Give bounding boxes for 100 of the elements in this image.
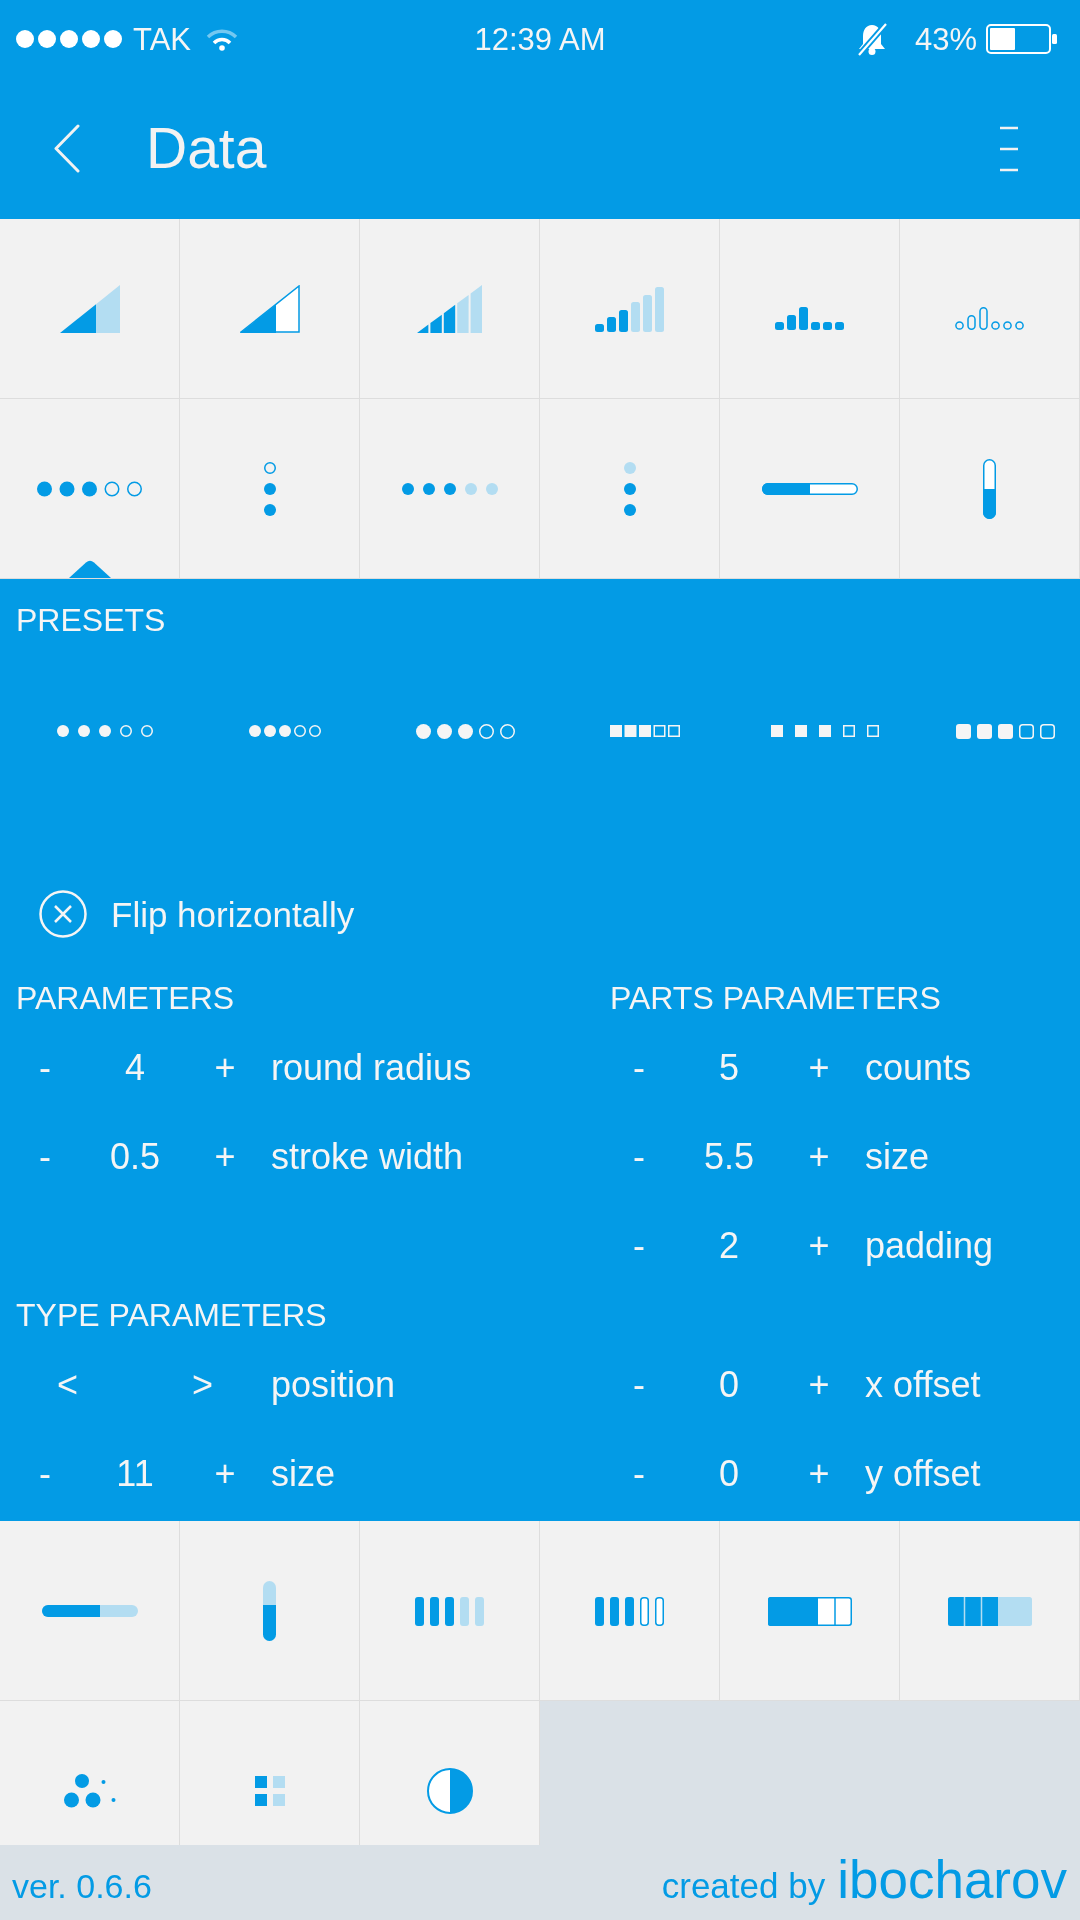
outlined-wedge-signal-icon — [239, 285, 300, 333]
indicator-tile[interactable] — [0, 1521, 180, 1701]
parameter-label: size — [271, 1455, 336, 1492]
indicator-tile[interactable] — [0, 399, 180, 579]
indicator-tile[interactable] — [540, 399, 720, 579]
minus-button[interactable]: - — [627, 1138, 651, 1175]
five-dots-icon — [37, 481, 142, 497]
tight-dots-preset-icon[interactable] — [249, 725, 321, 737]
dot-cluster-icon — [63, 1774, 116, 1808]
spaced-squares-preset-icon[interactable] — [771, 725, 879, 737]
segment-bars-icon — [415, 1596, 484, 1626]
indicator-tile[interactable] — [540, 1521, 720, 1701]
dots-preset-icon[interactable] — [57, 725, 153, 737]
parameter-label: size — [865, 1138, 930, 1175]
parameter-label: position — [271, 1366, 396, 1403]
vertical-level-icon — [263, 1581, 276, 1641]
outlined-blocks-icon — [767, 1596, 852, 1626]
section-heading: PARTS PARAMETERS — [610, 982, 941, 1014]
stepper-value: 4 — [125, 1049, 145, 1086]
rounded-squares-preset-icon[interactable] — [955, 723, 1055, 739]
outlined-peak-bars-icon — [955, 307, 1024, 330]
stepper-value: 0 — [719, 1366, 739, 1403]
previous-button[interactable]: < — [51, 1366, 84, 1403]
parameter-label: x offset — [865, 1366, 981, 1403]
circle-x-icon[interactable] — [39, 890, 87, 938]
indicator-tile[interactable] — [360, 219, 540, 399]
wifi-icon — [205, 27, 239, 51]
plus-button[interactable]: + — [802, 1049, 836, 1086]
indicator-tile[interactable] — [900, 1521, 1080, 1701]
indicator-tile[interactable] — [0, 219, 180, 399]
outlined-segment-bars-icon — [595, 1596, 664, 1626]
large-dots-preset-icon[interactable] — [415, 723, 515, 739]
parameter-label: padding — [865, 1227, 994, 1264]
version-label: ver. 0.6.6 — [12, 1869, 152, 1903]
battery-percent: 43% — [914, 23, 977, 55]
faded-dots-icon — [401, 483, 498, 495]
indicator-tile[interactable] — [360, 1521, 540, 1701]
indicator-tile[interactable] — [180, 219, 360, 399]
section-heading: TYPE PARAMETERS — [16, 1299, 327, 1331]
stepper-value: 5.5 — [703, 1138, 754, 1175]
plus-button[interactable]: + — [208, 1455, 242, 1492]
parameter-label: y offset — [865, 1455, 981, 1492]
indicator-tile[interactable] — [180, 1701, 360, 1845]
indicator-tile[interactable] — [540, 219, 720, 399]
screen-title: Data — [146, 120, 267, 177]
carrier-name: TAK — [133, 23, 191, 55]
four-squares-icon — [254, 1776, 285, 1806]
peak-bars-icon — [775, 307, 844, 330]
indicator-tile[interactable] — [180, 399, 360, 579]
stepper-value: 0 — [719, 1455, 739, 1492]
half-filled-circle-icon — [426, 1768, 473, 1814]
vertical-progress-icon — [983, 459, 996, 519]
section-heading: PRESETS — [15, 601, 167, 639]
back-icon[interactable] — [53, 124, 80, 173]
indicator-tile[interactable] — [360, 1701, 540, 1845]
credit-label: created by — [661, 1868, 826, 1903]
plus-button[interactable]: + — [208, 1138, 242, 1175]
minus-button[interactable]: - — [627, 1366, 651, 1403]
indicator-tile[interactable] — [900, 219, 1080, 399]
plus-button[interactable]: + — [802, 1138, 836, 1175]
minus-button[interactable]: - — [33, 1138, 57, 1175]
author-link[interactable]: ibocharov — [837, 1853, 1067, 1906]
indicator-tile[interactable] — [720, 399, 900, 579]
wedge-signal-icon — [59, 285, 120, 333]
horizontal-progress-icon — [761, 483, 858, 495]
battery-icon — [986, 24, 1057, 54]
horizontal-level-icon — [41, 1605, 138, 1617]
indicator-tile[interactable] — [0, 1701, 180, 1845]
indicator-tile[interactable] — [360, 399, 540, 579]
parameter-label: stroke width — [271, 1138, 464, 1175]
faded-vertical-dots-icon — [623, 462, 636, 516]
plus-button[interactable]: + — [802, 1227, 836, 1264]
stepper-value: 2 — [719, 1227, 739, 1264]
minus-button[interactable]: - — [33, 1049, 57, 1086]
minus-button[interactable]: - — [627, 1227, 651, 1264]
status-time: 12:39 AM — [474, 23, 606, 55]
stepper-value: 11 — [116, 1455, 154, 1492]
next-button[interactable]: > — [186, 1366, 219, 1403]
checkbox-label[interactable]: Flip horizontally — [111, 896, 355, 932]
indicator-tile[interactable] — [720, 219, 900, 399]
signal-dots-icon — [16, 30, 122, 48]
menu-icon[interactable] — [1000, 125, 1018, 172]
vertical-dots-icon — [263, 462, 276, 516]
muted-bell-icon — [855, 22, 888, 56]
plus-button[interactable]: + — [802, 1455, 836, 1492]
tight-squares-preset-icon[interactable] — [610, 725, 680, 737]
stepped-signal-icon — [417, 285, 482, 333]
indicator-tile[interactable] — [720, 1521, 900, 1701]
parameter-label: counts — [865, 1049, 972, 1086]
section-heading: PARAMETERS — [16, 982, 235, 1014]
signal-bars-icon — [595, 286, 664, 332]
plus-button[interactable]: + — [802, 1366, 836, 1403]
minus-button[interactable]: - — [627, 1455, 651, 1492]
minus-button[interactable]: - — [627, 1049, 651, 1086]
minus-button[interactable]: - — [33, 1455, 57, 1492]
plus-button[interactable]: + — [208, 1049, 242, 1086]
indicator-tile[interactable] — [900, 399, 1080, 579]
indicator-tile[interactable] — [180, 1521, 360, 1701]
stepper-value: 5 — [719, 1049, 739, 1086]
parameter-label: round radius — [271, 1049, 472, 1086]
